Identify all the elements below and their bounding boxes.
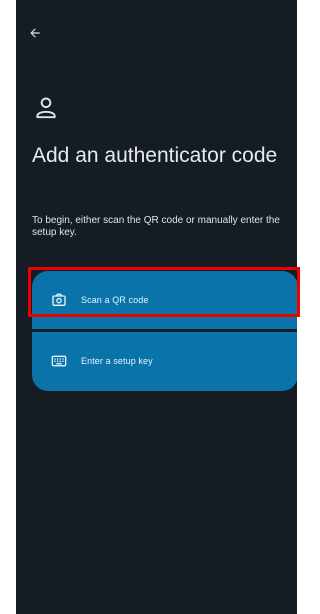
- enter-setup-key-option[interactable]: Enter a setup key: [32, 332, 297, 389]
- arrow-left-icon: [30, 28, 40, 38]
- scan-qr-code-label: Scan a QR code: [81, 294, 149, 305]
- keyboard-icon: [49, 351, 69, 371]
- setup-options-card: Scan a QR code Enter a setup key: [32, 271, 297, 391]
- page-title: Add an authenticator code: [32, 144, 278, 167]
- camera-icon: [49, 290, 69, 310]
- person-icon: [36, 97, 56, 119]
- page-description: To begin, either scan the QR code or man…: [32, 215, 280, 238]
- authenticator-screen: Add an authenticator code To begin, eith…: [16, 0, 297, 614]
- enter-setup-key-label: Enter a setup key: [81, 355, 153, 366]
- scan-qr-code-option[interactable]: Scan a QR code: [32, 271, 297, 328]
- back-button[interactable]: [24, 22, 46, 44]
